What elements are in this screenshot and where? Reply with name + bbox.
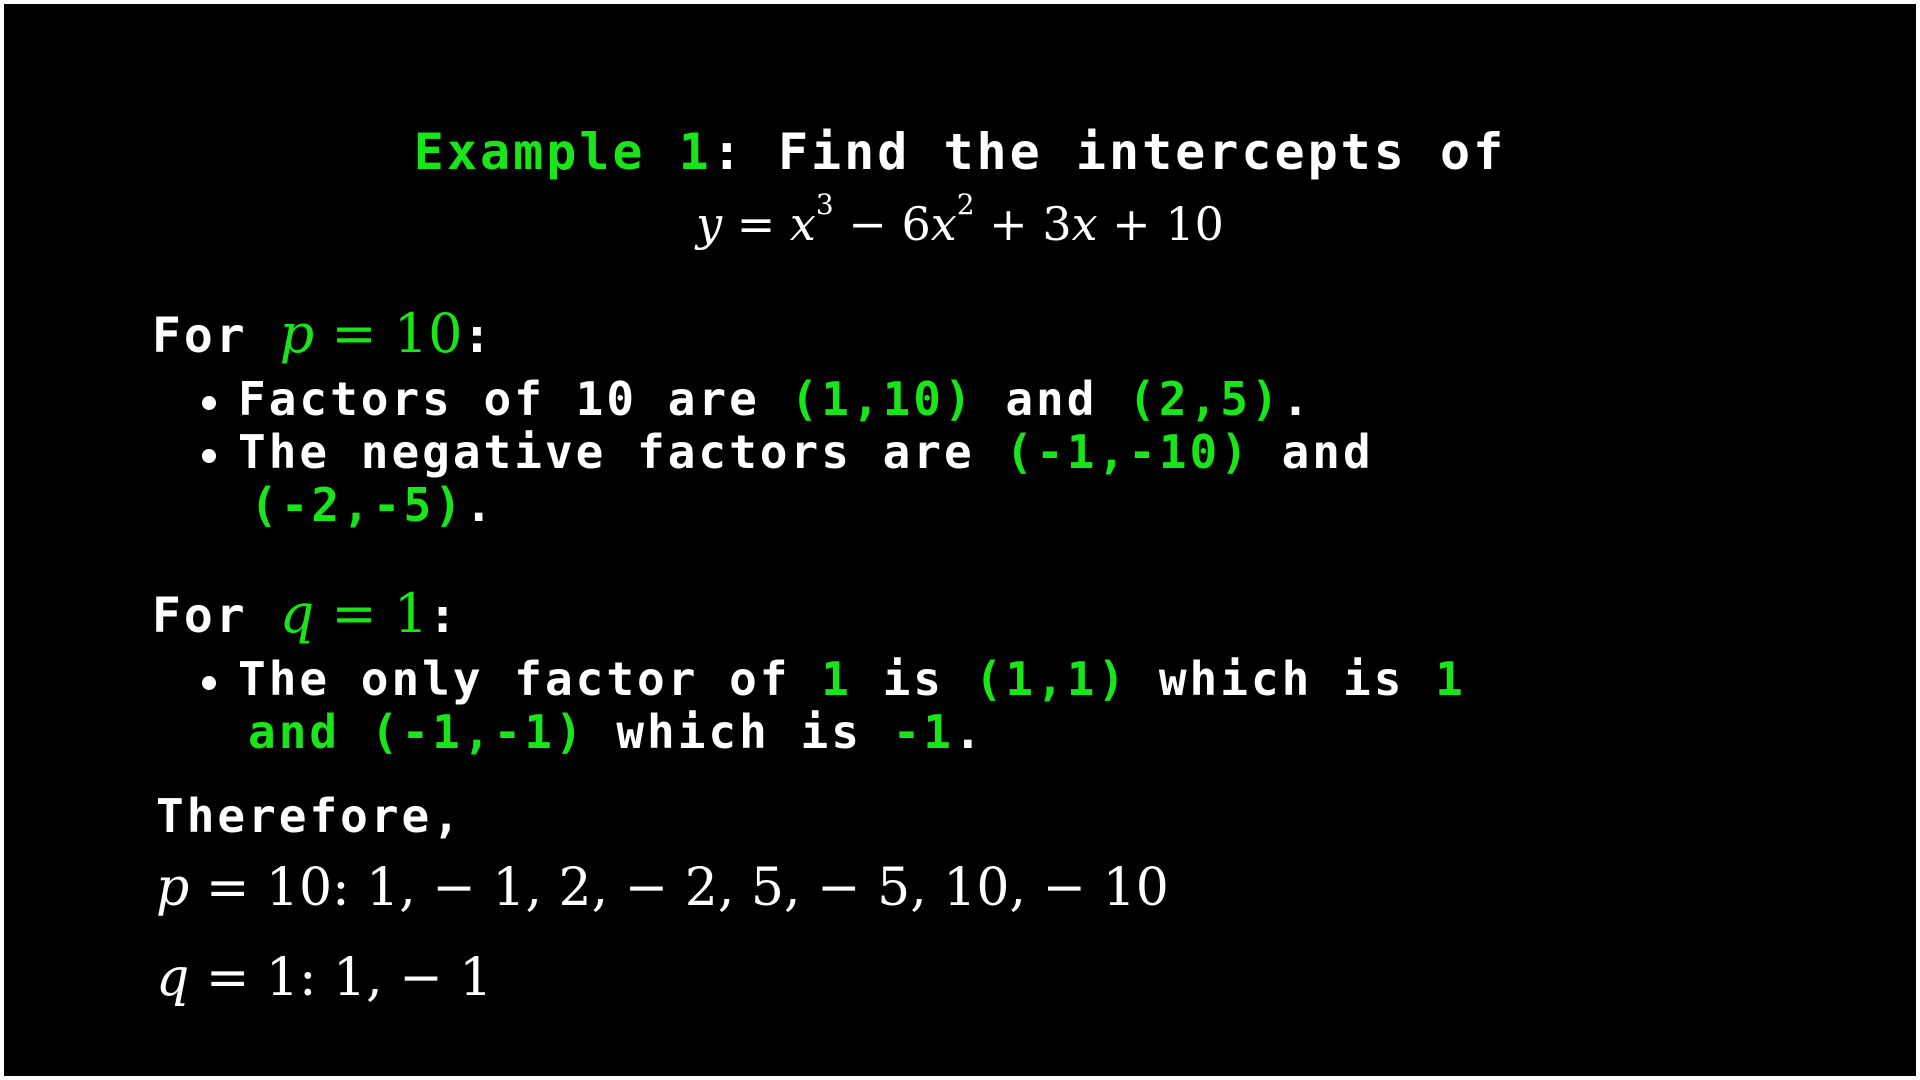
p-bullet-2: The negative factors are (-1,-10) and xyxy=(202,425,1374,479)
q-result: q = 1: 1, − 1 xyxy=(156,946,492,1010)
q-b1-one: 1 xyxy=(821,652,852,706)
eq-exp-3: 3 xyxy=(815,188,834,221)
p-result-values: = 10: 1, − 1, 2, − 2, 5, − 5, 10, − 10 xyxy=(189,858,1169,918)
p-var: p xyxy=(279,302,315,365)
q-b1-is: is xyxy=(851,652,975,706)
eq-term-3: + 3 xyxy=(974,197,1072,251)
q-b1-which-is-2: which is xyxy=(585,705,893,759)
p-b2-factor-a: (-1,-10) xyxy=(1005,425,1251,479)
p-heading-colon: : xyxy=(462,308,495,364)
p-b2-text: The negative factors are xyxy=(238,425,1006,479)
q-heading: For q = 1: xyxy=(152,584,460,646)
q-b1-result: 1 xyxy=(1435,652,1466,706)
p-b2-factor-b: (-2,-5) xyxy=(250,478,465,532)
p-heading-prefix: For xyxy=(152,308,280,364)
eq-x3: x xyxy=(1071,197,1098,251)
q-heading-prefix: For xyxy=(152,588,280,644)
eq-equals: = xyxy=(722,197,790,251)
example-label: Example 1 xyxy=(413,123,712,181)
p-b2-and: and xyxy=(1250,425,1374,479)
eq-exp-2: 2 xyxy=(956,188,975,221)
q-b1-neg-factor: and (-1,-1) xyxy=(248,705,586,759)
q-bullet-1: The only factor of 1 is (1,1) which is 1 xyxy=(202,652,1466,706)
q-var: q xyxy=(279,582,315,645)
eq-x2: x xyxy=(930,197,957,251)
p-b1-period: . xyxy=(1281,372,1313,426)
q-value: = 1 xyxy=(314,582,429,645)
p-bullet-1: Factors of 10 are (1,10) and (2,5). xyxy=(202,372,1312,426)
p-b1-factor-a: (1,10) xyxy=(790,372,975,426)
q-b1-neg-result: -1 xyxy=(892,705,954,759)
p-b1-text: Factors of 10 are xyxy=(238,372,791,426)
cubic-equation: y = x3 − 6x2 + 3x + 10 xyxy=(4,191,1916,254)
q-b1-which-is: which is xyxy=(1128,652,1436,706)
q-b1-text: The only factor of xyxy=(238,652,822,706)
q-result-values: = 1: 1, − 1 xyxy=(189,948,493,1008)
eq-term-4: + 10 xyxy=(1097,197,1224,251)
eq-term-2: − 6 xyxy=(833,197,931,251)
p-bullet-2-cont: (-2,-5). xyxy=(250,478,496,532)
p-result-var: p xyxy=(156,858,190,918)
bullet-dot xyxy=(202,675,216,690)
slide: Example 1: Find the intercepts of y = x3… xyxy=(4,4,1916,1076)
p-b1-factor-b: (2,5) xyxy=(1128,372,1282,426)
p-b2-period: . xyxy=(464,478,496,532)
q-b1-factor: (1,1) xyxy=(974,652,1129,706)
eq-y: y xyxy=(696,197,723,251)
q-b1-period: . xyxy=(953,705,985,759)
title-text: : Find the intercepts of xyxy=(711,123,1507,181)
eq-x1: x xyxy=(789,197,816,251)
p-heading: For p = 10: xyxy=(152,304,494,366)
p-value: = 10 xyxy=(314,302,463,365)
slide-title: Example 1: Find the intercepts of xyxy=(4,122,1916,182)
p-b1-and: and xyxy=(974,372,1129,426)
p-result: p = 10: 1, − 1, 2, − 2, 5, − 5, 10, − 10 xyxy=(156,856,1169,920)
therefore-label: Therefore, xyxy=(156,789,463,843)
bullet-dot xyxy=(202,395,216,410)
q-heading-colon: : xyxy=(428,588,461,644)
q-result-var: q xyxy=(156,948,190,1008)
q-bullet-1-cont: and (-1,-1) which is -1. xyxy=(248,705,985,759)
bullet-dot xyxy=(202,448,216,463)
